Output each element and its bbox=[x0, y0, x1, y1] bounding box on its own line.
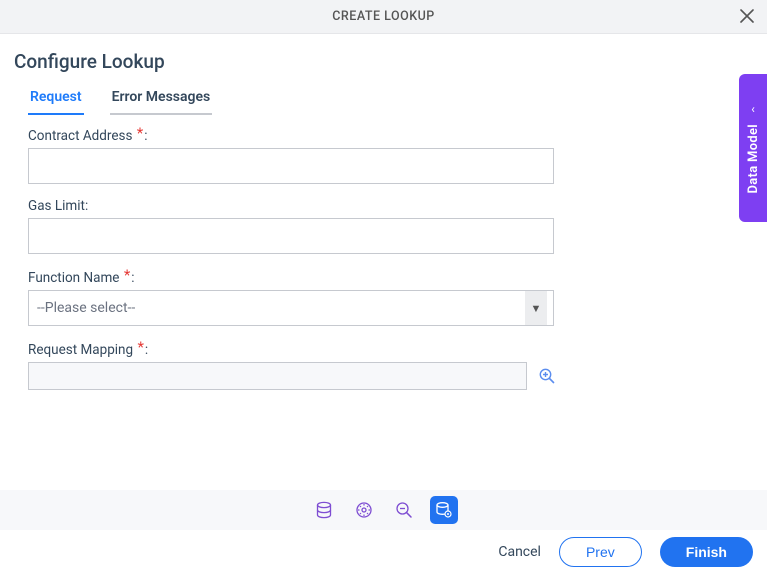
prev-button[interactable]: Prev bbox=[559, 537, 642, 567]
side-panel-label: Data Model bbox=[746, 124, 761, 193]
side-panel-data-model[interactable]: ‹ Data Model bbox=[739, 74, 767, 222]
database-icon bbox=[314, 500, 334, 520]
required-indicator: * bbox=[124, 266, 130, 284]
dialog-titlebar: CREATE LOOKUP bbox=[0, 0, 767, 34]
tab-request[interactable]: Request bbox=[28, 85, 84, 115]
close-icon bbox=[740, 9, 754, 23]
close-button[interactable] bbox=[735, 4, 759, 28]
test-lookup-button[interactable] bbox=[390, 496, 418, 524]
select-function-selected: --Please select-- bbox=[37, 300, 135, 316]
datasource-button[interactable] bbox=[310, 496, 338, 524]
chevron-down-icon: ▼ bbox=[525, 291, 547, 325]
database-gear-icon bbox=[434, 500, 454, 520]
label-function-name: Function Name *: bbox=[28, 268, 135, 286]
chevron-left-icon: ‹ bbox=[751, 102, 755, 116]
page-heading: Configure Lookup bbox=[0, 34, 767, 77]
bottom-iconbar bbox=[0, 490, 767, 530]
field-gas-limit: Gas Limit: bbox=[28, 198, 558, 254]
magnifier-plus-icon bbox=[538, 367, 556, 385]
dialog-create-lookup: CREATE LOOKUP Configure Lookup Request E… bbox=[0, 0, 767, 574]
input-gas-limit[interactable] bbox=[28, 218, 554, 254]
label-gas-limit: Gas Limit: bbox=[28, 198, 88, 214]
footer: Cancel Prev Finish bbox=[0, 530, 767, 574]
field-function-name: Function Name *: --Please select-- ▼ bbox=[28, 268, 558, 326]
configure-lookup-button[interactable] bbox=[430, 496, 458, 524]
tabs: Request Error Messages bbox=[0, 77, 767, 116]
label-contract-address: Contract Address *: bbox=[28, 126, 148, 144]
dialog-title: CREATE LOOKUP bbox=[332, 9, 435, 24]
magnifier-minus-icon bbox=[394, 500, 414, 520]
select-function-name[interactable]: --Please select-- ▼ bbox=[28, 290, 554, 326]
finish-button[interactable]: Finish bbox=[660, 537, 753, 567]
field-request-mapping: Request Mapping *: bbox=[28, 340, 558, 390]
required-indicator: * bbox=[137, 338, 143, 356]
gear-circle-icon bbox=[354, 500, 374, 520]
input-request-mapping[interactable] bbox=[28, 362, 527, 390]
label-request-mapping: Request Mapping *: bbox=[28, 340, 148, 358]
form-request: Contract Address *: Gas Limit: Function … bbox=[0, 116, 572, 390]
input-contract-address[interactable] bbox=[28, 148, 554, 184]
field-contract-address: Contract Address *: bbox=[28, 126, 558, 184]
cancel-button[interactable]: Cancel bbox=[498, 544, 541, 560]
open-mapping-button[interactable] bbox=[535, 364, 558, 388]
edit-lookup-button[interactable] bbox=[350, 496, 378, 524]
tab-error-messages[interactable]: Error Messages bbox=[110, 85, 213, 115]
required-indicator: * bbox=[137, 124, 143, 142]
